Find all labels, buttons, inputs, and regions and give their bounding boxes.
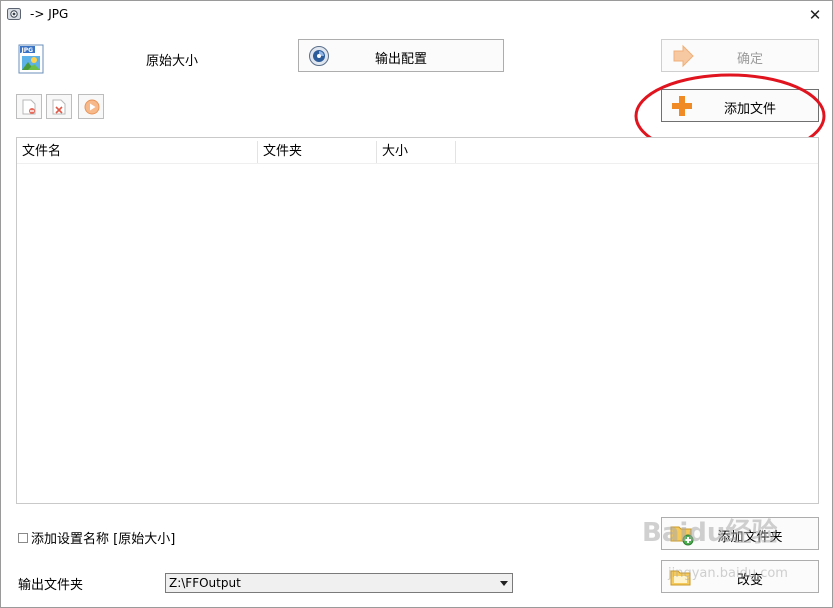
preset-label: 原始大小 [146, 54, 199, 69]
add-setting-name-option[interactable]: 添加设置名称 [原始大小] [18, 528, 175, 547]
chevron-down-icon[interactable] [500, 581, 508, 586]
header-divider [17, 163, 818, 164]
output-folder-label: 输出文件夹 [18, 578, 84, 593]
play-icon [84, 99, 100, 115]
ok-button[interactable]: 确定 [661, 39, 819, 72]
title-bar [1, 1, 832, 29]
column-header-folder[interactable]: 文件夹 [258, 141, 377, 163]
output-folder-value: Z:\FFOutput [169, 576, 241, 590]
start-button[interactable] [78, 94, 104, 119]
add-setting-name-label: 添加设置名称 [原始大小] [31, 532, 176, 547]
window-title: -> JPG [30, 7, 69, 21]
ok-label: 确定 [736, 52, 763, 67]
app-icon [7, 8, 21, 20]
output-folder-select[interactable]: Z:\FFOutput [165, 573, 513, 593]
output-config-button[interactable]: 输出配置 [298, 39, 504, 72]
clear-list-button[interactable] [46, 94, 72, 119]
add-setting-name-checkbox[interactable] [18, 532, 28, 543]
output-config-label: 输出配置 [374, 52, 427, 67]
add-folder-label: 添加文件夹 [717, 530, 783, 545]
remove-item-icon [22, 99, 36, 115]
change-folder-button[interactable]: 改变 [661, 560, 819, 593]
column-header-filename[interactable]: 文件名 [17, 141, 258, 163]
close-button[interactable]: ✕ [800, 2, 830, 28]
jpg-format-icon: JPG [18, 44, 44, 74]
svg-text:JPG: JPG [21, 47, 34, 54]
add-folder-button[interactable]: 添加文件夹 [661, 517, 819, 550]
column-header-size[interactable]: 大小 [377, 141, 456, 163]
clear-list-icon [52, 99, 66, 115]
change-folder-label: 改变 [736, 573, 763, 588]
remove-item-button[interactable] [16, 94, 42, 119]
add-file-button[interactable]: 添加文件 [661, 89, 819, 122]
file-list[interactable]: 文件名 文件夹 大小 [16, 137, 819, 504]
add-file-label: 添加文件 [723, 102, 776, 117]
